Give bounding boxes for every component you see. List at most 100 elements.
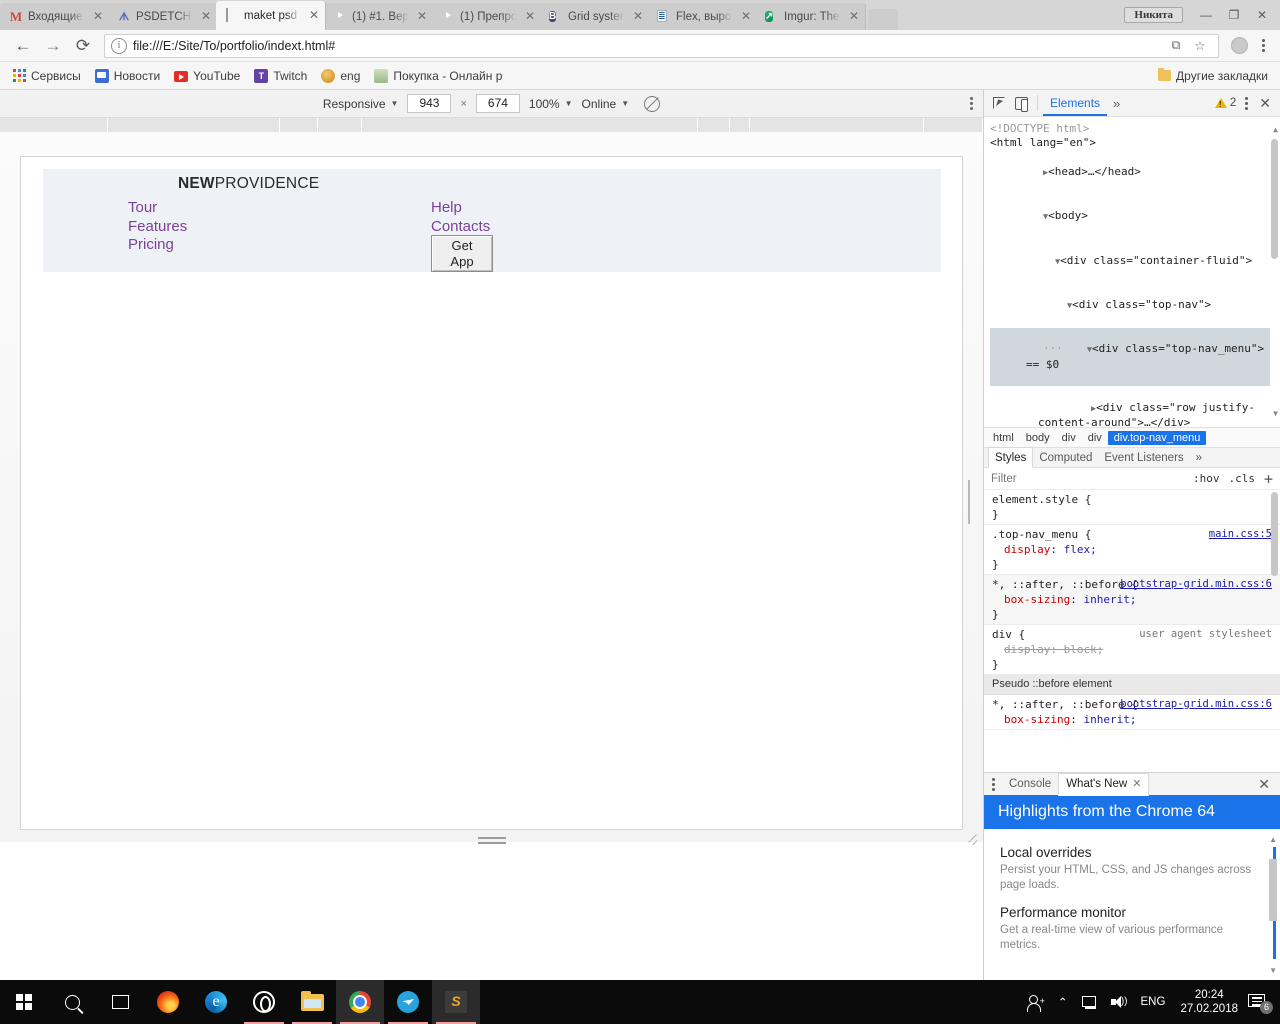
whats-new-scrollbar[interactable]: ▲ ▼ bbox=[1269, 835, 1277, 975]
info-icon[interactable]: i bbox=[111, 38, 127, 54]
breadcrumb-div[interactable]: div bbox=[1082, 431, 1108, 445]
css-rule[interactable]: user agent stylesheet div { display: blo… bbox=[984, 625, 1280, 675]
hov-toggle[interactable]: :hov bbox=[1193, 472, 1220, 485]
bookmark-star-icon[interactable]: ☆ bbox=[1188, 38, 1212, 53]
breadcrumb-div[interactable]: div bbox=[1056, 431, 1082, 445]
tab-close-icon[interactable]: ✕ bbox=[739, 10, 753, 24]
bookmark-item-youtube[interactable]: YouTube bbox=[167, 67, 247, 85]
firefox-button[interactable] bbox=[144, 980, 192, 1024]
no-throttling-icon[interactable] bbox=[644, 96, 660, 112]
nav-link-features[interactable]: Features bbox=[128, 218, 187, 237]
more-sidebar-tabs-icon[interactable]: » bbox=[1190, 448, 1208, 468]
browser-tab[interactable]: M Входящие (1 ✕ bbox=[0, 3, 110, 30]
profile-name-chip[interactable]: Никита bbox=[1124, 7, 1183, 23]
css-declaration[interactable]: display: flex; bbox=[992, 542, 1272, 557]
drawer-tab-console[interactable]: Console bbox=[1002, 773, 1058, 795]
breadcrumb-selected[interactable]: div.top-nav_menu bbox=[1108, 431, 1207, 445]
scroll-down-icon[interactable]: ▼ bbox=[1273, 407, 1278, 421]
whats-new-item[interactable]: Performance monitor Get a real-time view… bbox=[1000, 905, 1266, 952]
language-indicator[interactable]: ENG bbox=[1134, 980, 1173, 1024]
css-declaration[interactable]: box-sizing: inherit; bbox=[992, 592, 1272, 607]
volume-button[interactable]: )) bbox=[1104, 980, 1134, 1024]
drawer-close-icon[interactable]: ✕ bbox=[1252, 776, 1276, 793]
css-source-link[interactable]: main.css:5 bbox=[1209, 527, 1272, 542]
translate-icon[interactable]: ⧉ bbox=[1164, 38, 1188, 53]
warning-indicator[interactable]: 2 bbox=[1215, 97, 1239, 109]
styles-filter-input[interactable]: Filter bbox=[991, 473, 1017, 485]
bookmark-item-services[interactable]: Сервисы bbox=[6, 67, 88, 85]
bookmark-item-news[interactable]: Новости bbox=[88, 67, 167, 85]
throttling-select[interactable]: Online ▼ bbox=[582, 97, 630, 111]
people-button[interactable]: + bbox=[1021, 980, 1051, 1024]
opera-button[interactable] bbox=[240, 980, 288, 1024]
telegram-button[interactable] bbox=[384, 980, 432, 1024]
css-declaration[interactable]: display: block; bbox=[992, 642, 1272, 657]
file-explorer-button[interactable] bbox=[288, 980, 336, 1024]
drawer-tab-close-icon[interactable]: ✕ bbox=[1132, 773, 1141, 795]
breadcrumb-body[interactable]: body bbox=[1020, 431, 1056, 445]
zoom-select[interactable]: 100% ▼ bbox=[529, 97, 573, 111]
cls-toggle[interactable]: .cls bbox=[1228, 472, 1255, 485]
device-toolbar-menu-icon[interactable] bbox=[970, 97, 973, 110]
network-button[interactable] bbox=[1075, 980, 1104, 1024]
viewport-height-input[interactable]: 674 bbox=[476, 94, 520, 113]
tab-event-listeners[interactable]: Event Listeners bbox=[1098, 448, 1189, 468]
notifications-button[interactable]: 6 bbox=[1248, 994, 1268, 1010]
css-rule[interactable]: element.style { } bbox=[984, 490, 1280, 525]
bookmark-item-eng[interactable]: eng bbox=[314, 67, 367, 85]
browser-tab-active[interactable]: maket psd ✕ bbox=[216, 1, 326, 30]
devtools-menu-icon[interactable] bbox=[1239, 97, 1254, 110]
nav-link-tour[interactable]: Tour bbox=[128, 199, 187, 218]
back-button[interactable]: ← bbox=[8, 32, 38, 60]
tab-close-icon[interactable]: ✕ bbox=[523, 10, 537, 24]
dom-line-selected[interactable]: ···▼<div class="top-nav_menu"> == $0 bbox=[990, 328, 1270, 387]
nav-link-contacts[interactable]: Contacts bbox=[431, 218, 490, 237]
css-rule[interactable]: main.css:5 .top-nav_menu { display: flex… bbox=[984, 525, 1280, 575]
breadcrumb-html[interactable]: html bbox=[987, 431, 1020, 445]
css-rule[interactable]: bootstrap-grid.min.css:6 *, ::after, ::b… bbox=[984, 695, 1280, 730]
tab-close-icon[interactable]: ✕ bbox=[199, 10, 213, 24]
dom-tree-scrollbar[interactable]: ▲ ▼ bbox=[1271, 123, 1278, 421]
new-style-rule-button[interactable]: + bbox=[1264, 470, 1273, 488]
bookmark-item-shop[interactable]: Покупка - Онлайн p bbox=[367, 67, 509, 85]
toggle-device-toolbar-icon[interactable] bbox=[1010, 92, 1032, 114]
viewport-corner-grip[interactable] bbox=[967, 834, 977, 844]
tab-close-icon[interactable]: ✕ bbox=[307, 9, 321, 23]
device-select[interactable]: Responsive ▼ bbox=[323, 97, 399, 111]
css-source-link[interactable]: bootstrap-grid.min.css:6 bbox=[1120, 577, 1272, 592]
new-tab-button[interactable] bbox=[868, 9, 898, 30]
task-view-button[interactable] bbox=[96, 980, 144, 1024]
drawer-tab-whats-new[interactable]: What's New ✕ bbox=[1058, 773, 1149, 796]
window-close-button[interactable]: ✕ bbox=[1248, 4, 1276, 26]
browser-menu-icon[interactable] bbox=[1254, 39, 1272, 52]
forward-button[interactable]: → bbox=[38, 32, 68, 60]
avatar[interactable] bbox=[1231, 37, 1248, 54]
window-maximize-button[interactable]: ❐ bbox=[1220, 4, 1248, 26]
browser-tab[interactable]: ᗑ PSDETCH | PS ✕ bbox=[108, 3, 218, 30]
drawer-menu-icon[interactable] bbox=[988, 778, 1002, 791]
start-button[interactable] bbox=[0, 980, 48, 1024]
other-bookmarks-button[interactable]: Другие закладки bbox=[1158, 69, 1274, 83]
tab-elements[interactable]: Elements bbox=[1043, 90, 1107, 116]
clock[interactable]: 20:24 27.02.2018 bbox=[1172, 980, 1246, 1024]
window-minimize-button[interactable]: — bbox=[1192, 4, 1220, 26]
reload-button[interactable]: ⟳ bbox=[68, 32, 98, 60]
scroll-down-icon[interactable]: ▼ bbox=[1269, 966, 1277, 975]
tab-close-icon[interactable]: ✕ bbox=[415, 10, 429, 24]
edge-button[interactable]: e bbox=[192, 980, 240, 1024]
browser-tab[interactable]: (1) Препроц ✕ bbox=[432, 3, 542, 30]
scroll-up-icon[interactable]: ▲ bbox=[1269, 835, 1277, 844]
address-bar[interactable]: i file:///E:/Site/To/portfolio/indext.ht… bbox=[104, 34, 1219, 58]
show-hidden-icons-button[interactable]: ⌃ bbox=[1051, 980, 1075, 1024]
browser-tab[interactable]: B Grid system ✕ bbox=[540, 3, 650, 30]
tab-close-icon[interactable]: ✕ bbox=[91, 10, 105, 24]
tab-close-icon[interactable]: ✕ bbox=[631, 10, 645, 24]
bookmark-item-twitch[interactable]: T Twitch bbox=[247, 67, 314, 85]
search-button[interactable] bbox=[48, 980, 96, 1024]
sublime-button[interactable]: S bbox=[432, 980, 480, 1024]
nav-link-help[interactable]: Help bbox=[431, 199, 490, 218]
browser-tab[interactable]: ↗ Imgur: The m ✕ bbox=[756, 3, 866, 30]
viewport-resize-handle[interactable] bbox=[0, 832, 983, 848]
tab-styles[interactable]: Styles bbox=[988, 447, 1033, 468]
get-app-button[interactable]: Get App bbox=[431, 235, 493, 272]
